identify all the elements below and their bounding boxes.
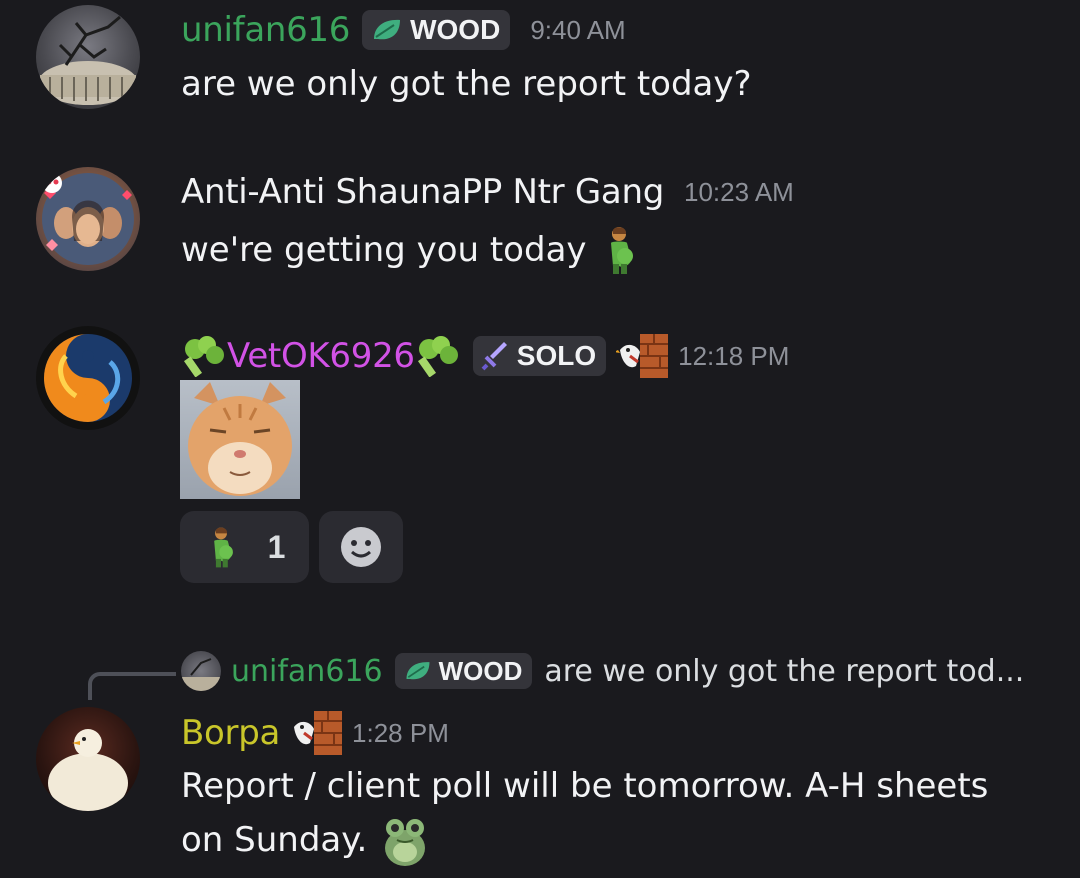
pregnant-man-emoji	[213, 527, 233, 568]
frog-emoji	[385, 819, 426, 866]
broccoli-icon	[183, 336, 224, 377]
message-text: we're getting you today	[181, 226, 639, 274]
reaction-pregnant-man[interactable]: 1	[180, 511, 309, 583]
bird-brick-icon	[616, 334, 669, 378]
username[interactable]: Anti-Anti ShaunaPP Ntr Gang	[181, 172, 664, 212]
avatar[interactable]	[36, 707, 140, 811]
skeleton-colosseum-icon	[38, 15, 138, 105]
message-text-content: we're getting you today	[181, 230, 587, 270]
username[interactable]: VetOK6926	[227, 336, 415, 376]
leaf-icon	[406, 662, 430, 680]
guild-tag-label: WOOD	[410, 14, 501, 45]
message-header: VetOK6926 SOLO 12:18 PM	[181, 334, 789, 378]
reply-guild-tag: WOOD	[394, 653, 533, 689]
guild-tag[interactable]: WOOD	[362, 10, 511, 50]
bird-brick-icon	[294, 711, 343, 755]
message-text-content: on Sunday.	[181, 820, 368, 860]
reply-avatar	[181, 651, 221, 691]
message-header: unifan616 WOOD 9:40 AM	[181, 10, 626, 50]
cat-face-icon	[188, 382, 292, 496]
username[interactable]: unifan616	[181, 10, 350, 50]
username[interactable]: Borpa	[181, 713, 280, 753]
guild-tag-label: SOLO	[516, 340, 597, 371]
avatar[interactable]	[36, 326, 140, 430]
leaf-icon	[374, 19, 401, 40]
message-header: Anti-Anti ShaunaPP Ntr Gang 10:23 AM	[181, 172, 794, 212]
timestamp: 10:23 AM	[683, 176, 794, 207]
add-reaction-icon	[341, 527, 381, 567]
avatar[interactable]	[36, 167, 140, 271]
timestamp: 9:40 AM	[530, 14, 626, 45]
reply-connector	[88, 672, 176, 700]
reply-text: are we only got the report tod...	[544, 653, 1025, 689]
message-header: Borpa 1:28 PM	[181, 710, 449, 756]
guild-tag-label: WOOD	[438, 655, 523, 686]
message-text-line-1: Report / client poll will be tomorrow. A…	[181, 766, 989, 806]
timestamp: 1:28 PM	[352, 717, 449, 748]
group-photo-icon	[42, 173, 134, 265]
reaction-count: 1	[267, 528, 286, 565]
pregnant-man-emoji	[610, 227, 633, 274]
duck-icon	[48, 729, 128, 811]
broccoli-icon	[417, 336, 458, 377]
message-text-line-2: on Sunday.	[181, 812, 433, 868]
skeleton-colosseum-icon	[181, 658, 221, 691]
fire-water-yin-yang-icon	[44, 334, 132, 422]
add-reaction-button[interactable]	[319, 511, 403, 583]
message-text: are we only got the report today?	[181, 64, 752, 104]
cat-image[interactable]	[180, 380, 300, 499]
sword-icon	[481, 342, 507, 371]
timestamp: 12:18 PM	[678, 340, 790, 371]
reply-preview[interactable]: unifan616 WOOD are we only got the repor…	[181, 650, 1024, 692]
reply-username[interactable]: unifan616	[231, 654, 383, 689]
guild-tag[interactable]: SOLO	[472, 336, 607, 376]
avatar[interactable]	[36, 5, 140, 109]
